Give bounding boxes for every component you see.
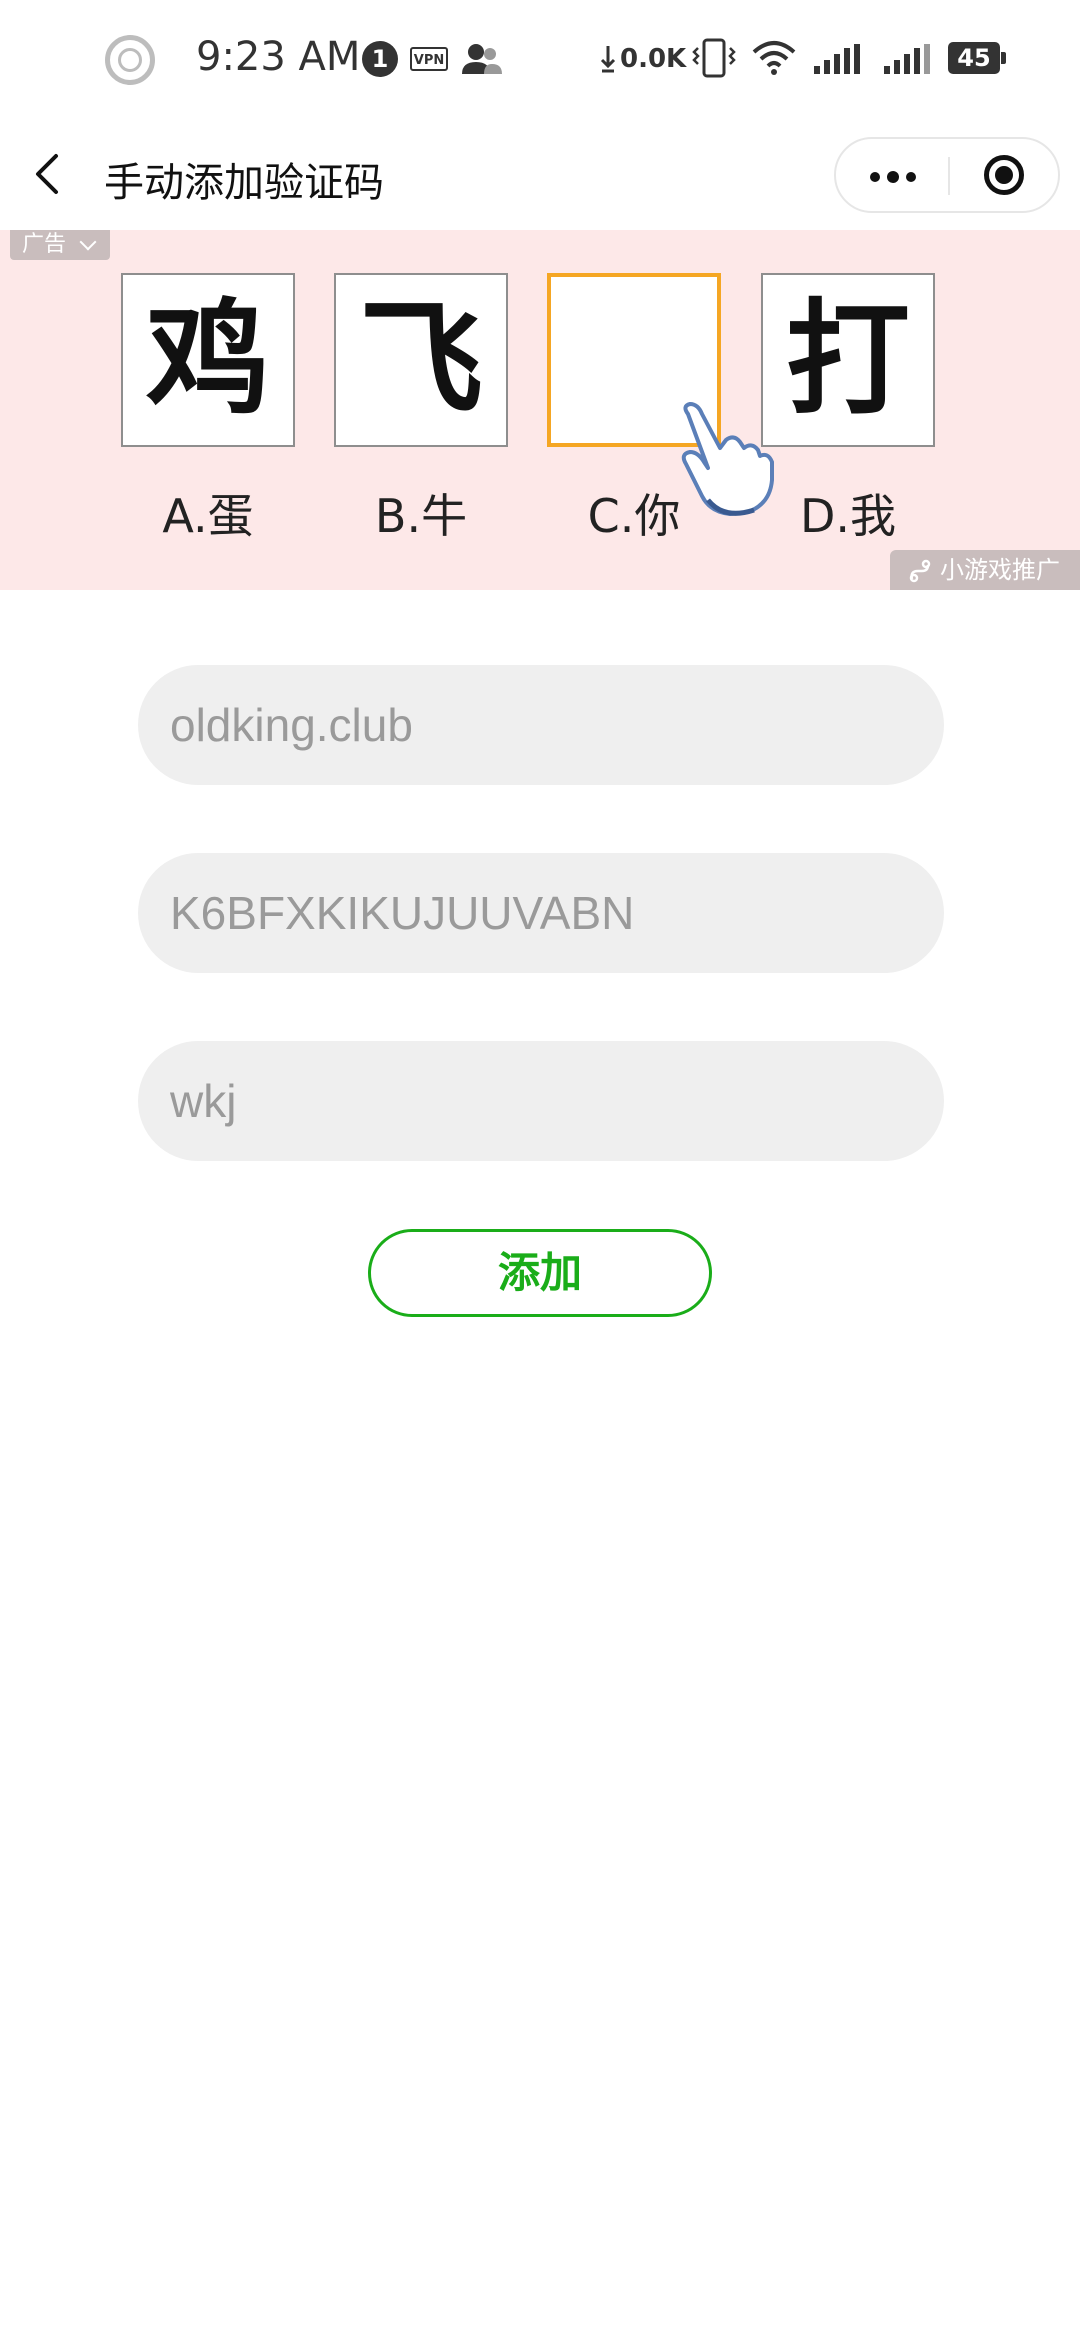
- ad-banner[interactable]: 广告 鸡 飞 打 A.蛋 B.牛 C.你 D.我 小游戏推广: [0, 230, 1080, 590]
- char-box-1: 鸡: [121, 273, 295, 447]
- account-name-input[interactable]: [138, 1041, 944, 1161]
- battery-icon: 45: [948, 42, 1006, 74]
- option-a[interactable]: A.蛋: [121, 480, 295, 546]
- signal-icon: [814, 44, 860, 74]
- page-title: 手动添加验证码: [104, 160, 384, 206]
- close-miniapp-button[interactable]: [950, 139, 1060, 211]
- network-speed: 0.0K: [620, 44, 687, 74]
- more-options-button[interactable]: [836, 139, 948, 211]
- download-arrow-icon: [600, 46, 616, 73]
- option-b[interactable]: B.牛: [334, 480, 508, 546]
- wifi-icon: [752, 41, 796, 75]
- option-d[interactable]: D.我: [761, 480, 935, 546]
- secret-key-input[interactable]: [138, 853, 944, 973]
- nav-bar: 手动添加验证码: [0, 120, 1080, 230]
- notification-count-badge: 1: [362, 41, 398, 77]
- char-box-2: 飞: [334, 273, 508, 447]
- ad-tag-label: 广告: [22, 232, 67, 257]
- link-icon: [909, 559, 931, 583]
- promo-label: 小游戏推广: [940, 556, 1060, 584]
- add-button[interactable]: 添加: [368, 1229, 712, 1317]
- status-time: 9:23 AM: [196, 34, 361, 80]
- vibrate-icon: [692, 38, 736, 78]
- pointer-hand-icon: [681, 402, 774, 516]
- status-bar: 9:23 AM 1 VPN 0.0K 45: [0, 0, 1080, 120]
- promo-tag[interactable]: 小游戏推广: [890, 550, 1080, 590]
- char-box-4: 打: [761, 273, 935, 447]
- chevron-down-icon: [79, 233, 97, 251]
- site-input[interactable]: [138, 665, 944, 785]
- person-icon: [462, 44, 502, 74]
- record-indicator-icon: [105, 35, 155, 85]
- back-button[interactable]: [20, 144, 80, 204]
- miniapp-capsule: [834, 137, 1060, 213]
- ad-tag[interactable]: 广告: [10, 230, 110, 260]
- vpn-icon: VPN: [410, 47, 448, 71]
- signal-icon: [884, 44, 930, 74]
